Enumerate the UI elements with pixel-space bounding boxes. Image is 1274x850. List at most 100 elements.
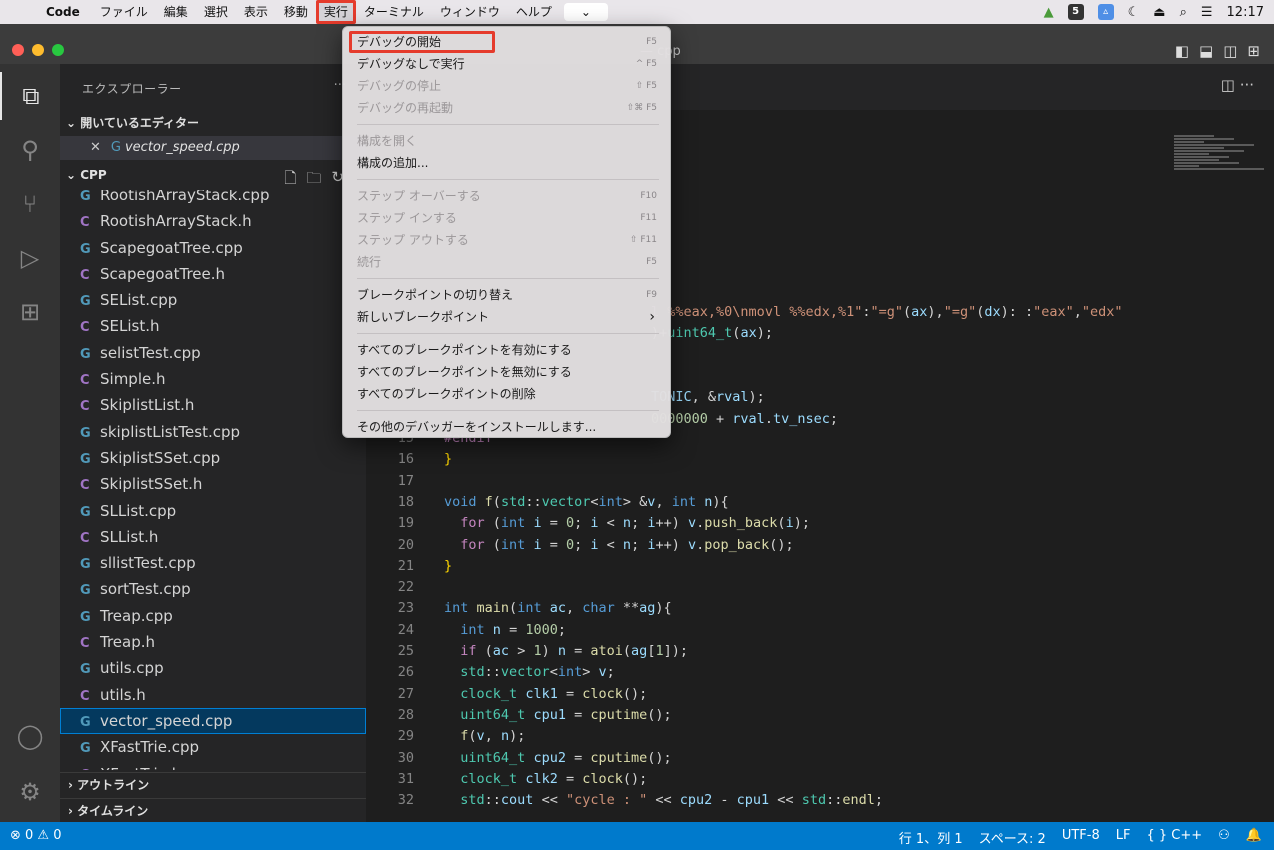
open-editor-item[interactable]: ✕ Gvector_speed.cpp (60, 136, 366, 160)
app-menu[interactable]: Code (38, 0, 92, 24)
minimize-window-button[interactable] (32, 44, 44, 56)
run-menu-item[interactable]: ステップ インする F11 (349, 207, 665, 229)
menu-go[interactable]: 移動 (276, 0, 316, 24)
moon-icon[interactable]: ☾ (1128, 5, 1140, 20)
customize-layout-icon[interactable]: ⊞ (1247, 42, 1260, 60)
file-tree-item[interactable]: GsllistTest.cpp (60, 550, 366, 576)
chevron-down-icon[interactable]: ⌄ (563, 3, 608, 21)
run-menu-item[interactable]: すべてのブレークポイントを有効にする (349, 339, 665, 361)
menubar-clock[interactable]: 12:17 (1227, 5, 1264, 20)
toggle-sidebar-icon[interactable]: ◧ (1175, 42, 1189, 60)
screen: Code ファイル 編集 選択 表示 移動 実行 ターミナル ウィンドウ ヘルプ… (0, 0, 1274, 850)
line-number: 24 (397, 621, 414, 638)
explorer-icon[interactable]: ⧉ (0, 72, 60, 120)
run-menu-item[interactable]: デバッグの再起動 ⇧⌘ F5 (349, 97, 665, 119)
close-window-button[interactable] (12, 44, 24, 56)
file-tree-item[interactable]: GselistTest.cpp (60, 340, 366, 366)
file-name: SEList.h (100, 317, 160, 336)
line-number: 28 (397, 706, 414, 723)
notifications-bell-icon[interactable]: 🔔 (1246, 828, 1262, 847)
menu-view[interactable]: 表示 (236, 0, 276, 24)
split-editor-icon[interactable]: ◫ ··· (1221, 76, 1254, 94)
run-menu-item[interactable]: デバッグの開始 F5 (349, 31, 665, 53)
status-bar: ⊗ 0 ⚠ 0 行 1、列 1 スペース: 2 UTF-8 LF { } C++… (0, 822, 1274, 850)
file-tree-item[interactable]: C SLList.h (60, 524, 366, 550)
drive-icon[interactable]: ▵ (1097, 4, 1114, 20)
menu-window[interactable]: ウィンドウ (432, 0, 508, 24)
file-tree-item[interactable]: C ScapegoatTree.h (60, 261, 366, 287)
c-header-file-icon: C (80, 478, 90, 494)
run-menu-item[interactable]: すべてのブレークポイントの削除 (349, 383, 665, 405)
flag-icon[interactable]: ▲ (1044, 5, 1054, 20)
file-tree-item[interactable]: C SkiplistSSet.h (60, 471, 366, 497)
run-menu-item[interactable]: デバッグなしで実行 ^ F5 (349, 53, 665, 75)
account-icon[interactable]: ◯ (0, 712, 60, 760)
language-mode[interactable]: { } C++ (1146, 828, 1202, 847)
toggle-panel-icon[interactable]: ⬓ (1199, 42, 1213, 60)
source-control-icon[interactable]: ⑂ (0, 180, 60, 228)
eject-icon[interactable]: ⏏ (1153, 5, 1165, 20)
end-of-line[interactable]: LF (1116, 828, 1131, 847)
menu-file[interactable]: ファイル (92, 0, 156, 24)
menu-terminal[interactable]: ターミナル (356, 0, 432, 24)
file-tree-item[interactable]: G XFastTrie.cpp (60, 734, 366, 760)
menu-edit[interactable]: 編集 (156, 0, 196, 24)
run-menu-item[interactable]: 構成を開く (349, 130, 665, 152)
toggle-secondary-sidebar-icon[interactable]: ◫ (1223, 42, 1237, 60)
file-tree-item[interactable]: Cutils.h (60, 682, 366, 708)
control-center-icon[interactable]: ☰ (1201, 5, 1213, 20)
open-editors-header[interactable]: ⌄ 開いているエディター (60, 112, 366, 134)
problems-indicator[interactable]: ⊗ 0 ⚠ 0 (10, 828, 62, 843)
indentation[interactable]: スペース: 2 (979, 828, 1046, 847)
line-number: 25 (397, 643, 414, 659)
file-tree-item[interactable]: G SkiplistSSet.cpp (60, 445, 366, 471)
run-menu-item[interactable]: その他のデバッガーをインストールします... (349, 416, 665, 438)
run-debug-icon[interactable]: ▷ (0, 234, 60, 282)
run-menu-item[interactable]: デバッグの停止 ⇧ F5 (349, 75, 665, 97)
macos-menubar: Code ファイル 編集 選択 表示 移動 実行 ターミナル ウィンドウ ヘルプ… (0, 0, 1274, 24)
extensions-icon[interactable]: ⊞ (0, 288, 60, 336)
search-icon[interactable]: ⌕ (1180, 5, 1187, 20)
file-tree-item[interactable]: G ScapegoatTree.cpp (60, 235, 366, 261)
encoding[interactable]: UTF-8 (1062, 828, 1100, 847)
file-tree-item[interactable]: C Simple.h (60, 366, 366, 392)
cursor-position[interactable]: 行 1、列 1 (899, 828, 963, 847)
file-tree-item[interactable]: C RootishArrayStack.h (60, 208, 366, 234)
run-menu-item[interactable]: ブレークポイントの切り替え F9 (349, 284, 665, 306)
run-menu-item[interactable]: ステップ オーバーする F10 (349, 185, 665, 207)
zoom-window-button[interactable] (52, 44, 64, 56)
file-tree-item[interactable]: CXFastTrie.h (60, 761, 366, 770)
five-icon[interactable]: 5 (1067, 4, 1084, 20)
file-tree-item[interactable]: Gvector_speed.cpp (60, 707, 366, 735)
file-tree-item[interactable]: C SEList.h (60, 313, 366, 339)
run-menu-item[interactable]: 続行 F5 (349, 251, 665, 273)
file-tree-item[interactable]: C SkiplistList.h (60, 392, 366, 418)
run-menu-item[interactable]: すべてのブレークポイントを無効にする (349, 361, 665, 383)
close-icon[interactable]: ✕ (90, 140, 101, 155)
outline-section-header[interactable]: › アウトライン (60, 772, 366, 796)
file-tree-item[interactable]: G SEList.cpp (60, 287, 366, 313)
run-menu-item[interactable]: 構成の追加... (349, 152, 665, 174)
menu-help[interactable]: ヘルプ (508, 0, 560, 24)
code-line: int n = 1000; (460, 621, 566, 638)
file-tree-item[interactable]: Gutils.cpp (60, 655, 366, 681)
timeline-section-header[interactable]: › タイムライン (60, 798, 366, 822)
settings-gear-icon[interactable]: ⚙ (0, 768, 60, 816)
file-name: ScapegoatTree.cpp (100, 238, 243, 257)
menu-run[interactable]: 実行 (315, 0, 356, 24)
cpp-file-icon: G (80, 294, 91, 310)
file-tree-item[interactable]: G SLList.cpp (60, 498, 366, 524)
file-tree-item[interactable]: G Treap.cpp (60, 603, 366, 629)
code-line: uint64_t cpu1 = cputime(); (460, 706, 672, 723)
menu-selection[interactable]: 選択 (196, 0, 236, 24)
file-tree-item[interactable]: C Treap.h (60, 629, 366, 655)
run-menu-item[interactable]: ステップ アウトする ⇧ F11 (349, 229, 665, 251)
feedback-icon[interactable]: ⚇ (1218, 828, 1230, 847)
file-tree-item[interactable]: G RootishArrayStack.cpp (60, 190, 366, 208)
file-tree-item[interactable]: GskiplistListTest.cpp (60, 419, 366, 445)
search-view-icon[interactable]: ⚲ (0, 126, 60, 174)
file-tree-item[interactable]: GsortTest.cpp (60, 576, 366, 602)
minimap[interactable] (1174, 134, 1264, 214)
cpp-file-icon: G (80, 451, 91, 467)
run-menu-item[interactable]: 新しいブレークポイント › (349, 306, 665, 328)
